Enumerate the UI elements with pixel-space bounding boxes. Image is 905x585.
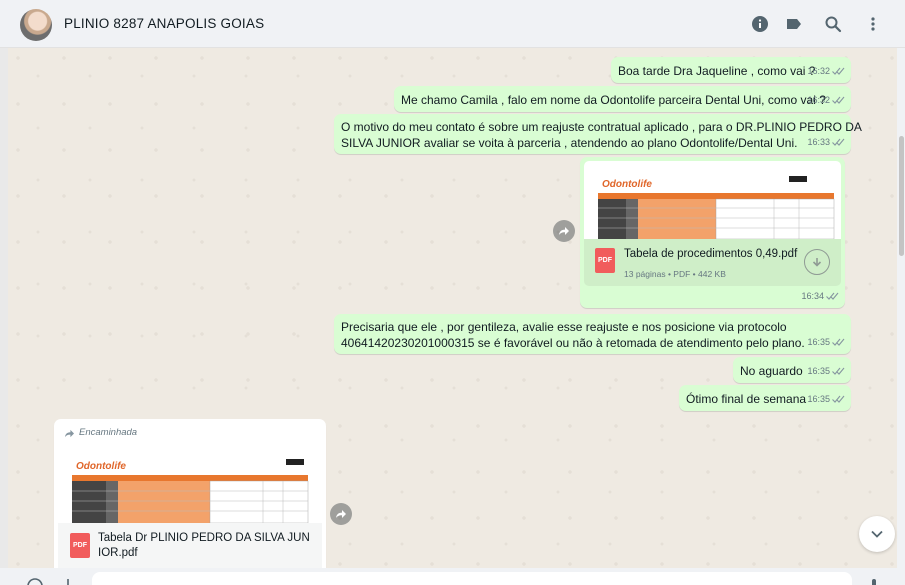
chat-area: Boa tarde Dra Jaqueline , como vai ? 16:… <box>8 48 897 568</box>
search-icon[interactable] <box>822 13 844 35</box>
document-name-line: Tabela Dr PLINIO PEDRO DA SILVA JUN <box>98 532 310 544</box>
info-icon[interactable] <box>749 13 771 35</box>
attach-icon[interactable] <box>62 577 74 585</box>
microphone-icon[interactable] <box>868 578 880 585</box>
double-check-icon <box>832 67 845 75</box>
message-meta: 16:34 <box>801 288 839 304</box>
message-text: Ótimo final de semana <box>686 392 807 406</box>
message-bubble[interactable]: Ótimo final de semana 16:35 <box>679 385 851 411</box>
message-meta: 16:32 <box>807 63 845 79</box>
document-preview-image: Odontolife <box>598 176 835 239</box>
chevron-down-icon <box>871 530 883 538</box>
double-check-icon <box>832 138 845 146</box>
message-line: Precisaria que ele , por gentileza, aval… <box>341 320 787 334</box>
double-check-icon <box>832 96 845 104</box>
menu-icon[interactable] <box>862 13 884 35</box>
message-text: O motivo do meu contato é sobre um reaju… <box>341 119 862 151</box>
message-meta: 16:33 <box>807 134 845 150</box>
download-button[interactable] <box>804 249 830 275</box>
message-time: 16:35 <box>807 394 830 404</box>
document-message[interactable]: Odontolife PDF Tabela de procedimentos 0… <box>580 157 845 308</box>
document-info[interactable]: PDF Tabela de procedimentos 0,49.pdf 13 … <box>584 239 841 286</box>
document-preview[interactable]: Odontolife <box>58 443 322 523</box>
message-meta: 16:35 <box>807 363 845 379</box>
message-time: 16:35 <box>807 337 830 347</box>
forward-icon[interactable] <box>330 503 352 525</box>
message-text: Boa tarde Dra Jaqueline , como vai ? <box>618 64 816 78</box>
emoji-icon[interactable] <box>26 577 44 585</box>
message-meta: 16:35 <box>807 391 845 407</box>
message-meta: 16:35 <box>807 334 845 350</box>
message-input[interactable] <box>92 572 852 585</box>
message-line: 40641420230201000315 se é favorável ou n… <box>341 336 805 350</box>
message-bubble[interactable]: Boa tarde Dra Jaqueline , como vai ? 16:… <box>611 57 851 83</box>
double-check-icon <box>832 367 845 375</box>
pdf-file-icon: PDF <box>595 248 615 273</box>
document-info[interactable]: PDF Tabela Dr PLINIO PEDRO DA SILVA JUN … <box>58 523 322 568</box>
forwarded-text: Encaminhada <box>79 427 138 438</box>
incoming-document-message[interactable]: Encaminhada Odontolife PDF Tabela Dr PLI… <box>54 419 326 568</box>
chat-header: PLINIO 8287 ANAPOLIS GOIAS <box>0 0 905 48</box>
svg-text:Odontolife: Odontolife <box>602 179 652 190</box>
message-bubble[interactable]: Precisaria que ele , por gentileza, aval… <box>334 314 851 354</box>
forward-icon[interactable] <box>553 220 575 242</box>
scrollbar-thumb[interactable] <box>899 136 904 256</box>
label-icon[interactable] <box>783 13 805 35</box>
message-time: 16:35 <box>807 366 830 376</box>
document-preview-image: Odontolife <box>72 459 309 523</box>
document-preview[interactable]: Odontolife <box>584 161 841 239</box>
message-line: SILVA JUNIOR avaliar se voita à parceria… <box>341 136 798 150</box>
double-check-icon <box>832 338 845 346</box>
message-time: 16:32 <box>807 95 830 105</box>
message-text: Me chamo Camila , falo em nome da Odonto… <box>401 93 826 107</box>
double-check-icon <box>832 395 845 403</box>
double-check-icon <box>826 292 839 300</box>
message-text: No aguardo <box>740 364 803 378</box>
scroll-track[interactable] <box>897 48 905 585</box>
forwarded-label: Encaminhada <box>64 425 137 441</box>
document-details: 13 páginas • PDF • 442 KB <box>624 269 726 279</box>
message-bubble[interactable]: O motivo do meu contato é sobre um reaju… <box>334 114 862 154</box>
document-name: Tabela Dr PLINIO PEDRO DA SILVA JUN IOR.… <box>98 531 310 561</box>
message-time: 16:34 <box>801 291 824 301</box>
avatar[interactable] <box>20 9 52 41</box>
message-bubble[interactable]: No aguardo 16:35 <box>733 357 851 383</box>
message-bubble[interactable]: Me chamo Camila , falo em nome da Odonto… <box>394 86 851 112</box>
message-line: O motivo do meu contato é sobre um reaju… <box>341 120 862 134</box>
message-time: 16:32 <box>807 66 830 76</box>
message-time: 16:33 <box>807 137 830 147</box>
document-name-line: IOR.pdf <box>98 547 138 559</box>
pdf-file-icon: PDF <box>70 533 90 558</box>
document-name: Tabela de procedimentos 0,49.pdf <box>624 248 798 260</box>
contact-name[interactable]: PLINIO 8287 ANAPOLIS GOIAS <box>64 16 264 31</box>
scroll-to-bottom-button[interactable] <box>859 516 895 552</box>
message-meta: 16:32 <box>807 92 845 108</box>
left-panel-edge <box>0 48 8 585</box>
svg-text:Odontolife: Odontolife <box>76 461 126 472</box>
message-text: Precisaria que ele , por gentileza, aval… <box>341 319 805 351</box>
forwarded-icon <box>65 429 74 437</box>
download-icon <box>812 258 822 267</box>
